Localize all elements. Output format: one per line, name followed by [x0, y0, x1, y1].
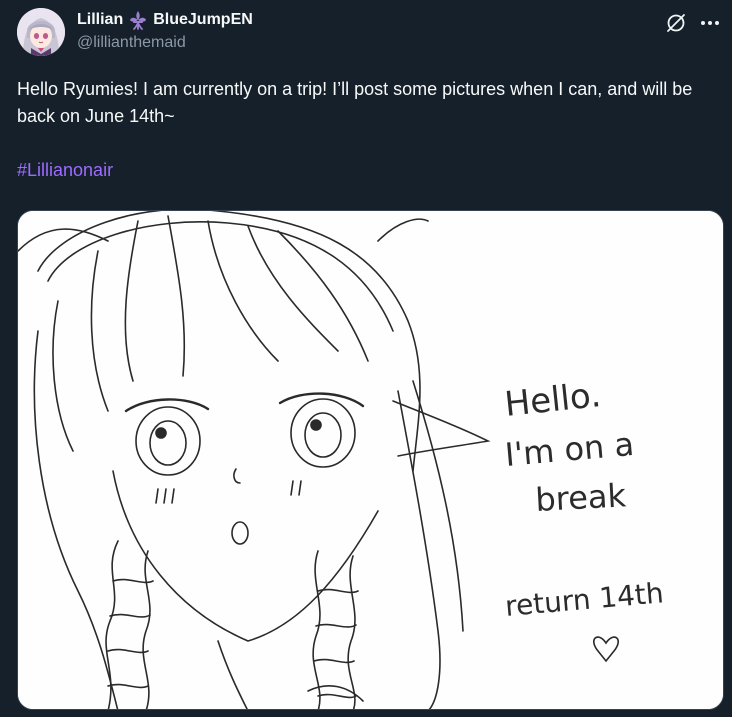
tweet-header: Lillian BlueJumpEN @lillianthemaid: [17, 8, 722, 58]
display-name[interactable]: Lillian BlueJumpEN: [77, 10, 253, 30]
tweet-body: Hello Ryumies! I am currently on a trip!…: [17, 76, 727, 184]
header-actions: [664, 11, 722, 35]
tweet-media-image[interactable]: Hello. I'm on a break return 14th: [17, 210, 724, 710]
sketch-illustration: Hello. I'm on a break return 14th: [18, 211, 723, 709]
tweet: Lillian BlueJumpEN @lillianthemaid Hello…: [0, 0, 732, 717]
more-icon[interactable]: [698, 11, 722, 35]
media-line-3: break: [534, 476, 627, 519]
avatar[interactable]: [17, 8, 65, 56]
display-name-second[interactable]: BlueJumpEN: [153, 10, 253, 30]
fleur-de-lis-icon: [128, 10, 148, 30]
hashtag-link[interactable]: #Lillianonair: [17, 157, 113, 184]
grok-icon[interactable]: [664, 11, 688, 35]
tweet-text: Hello Ryumies! I am currently on a trip!…: [17, 79, 693, 126]
author-handle[interactable]: @lillianthemaid: [77, 33, 253, 53]
display-name-first[interactable]: Lillian: [77, 10, 123, 30]
author-names: Lillian BlueJumpEN @lillianthemaid: [77, 10, 253, 53]
avatar-image: [17, 8, 65, 56]
